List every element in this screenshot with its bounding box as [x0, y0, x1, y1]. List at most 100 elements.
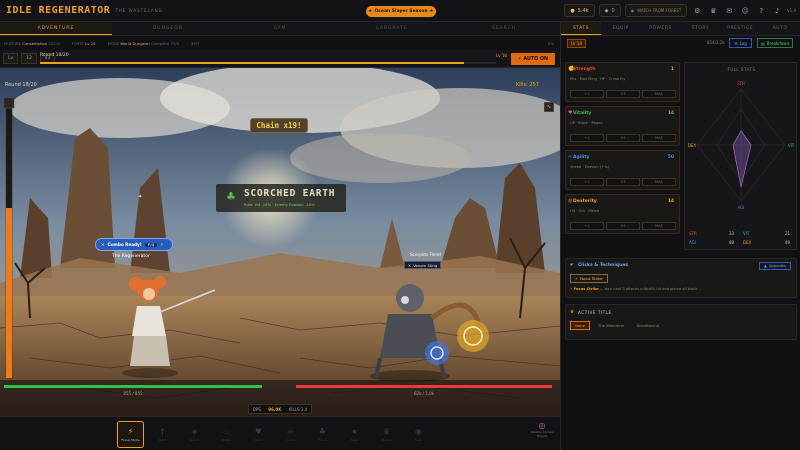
add-max-button[interactable]: MAX	[642, 90, 676, 98]
log-button[interactable]: ☰ Log	[729, 38, 752, 48]
lightning-icon: ⚡	[160, 242, 164, 247]
title-option-bloodbound[interactable]: Bloodbound	[633, 321, 664, 330]
gold-counter[interactable]: ● 5.4k	[564, 4, 595, 17]
cactus-icon: ♣	[226, 190, 236, 203]
upgrades-button[interactable]: ▲ Upgrades	[758, 262, 791, 270]
tab-adventure[interactable]: ADVENTURE	[0, 22, 112, 35]
tab-search[interactable]: SEARCH	[448, 22, 560, 35]
watch-button[interactable]: ◉ WATCH FROM FOREST	[624, 4, 688, 17]
lightning-icon: ⚡	[575, 276, 578, 281]
add-1-button[interactable]: +1	[570, 134, 604, 142]
stat-desc: HP · Block · Regen	[570, 121, 603, 125]
ability-slot[interactable]: ⚡ Focus Strike	[117, 421, 144, 448]
season-banner[interactable]: ★ Ocean Slayer Season ★	[366, 6, 436, 17]
ability-label: Royal	[382, 438, 391, 442]
round-level: Lv 18	[496, 53, 507, 58]
stat-desc: Speed · Evasion (+%)	[570, 165, 610, 169]
add-1-button[interactable]: +1	[570, 222, 604, 230]
tab-prestige[interactable]: PRESTIGE	[720, 22, 760, 35]
stat-buttons: +1 +5 MAX	[570, 222, 676, 230]
tab-laborate[interactable]: LABORATE	[336, 22, 448, 35]
ability-slot[interactable]: ◉ Gaze	[405, 421, 432, 448]
feature-value: Constellation	[22, 40, 48, 46]
profile-icon[interactable]: ☺	[739, 5, 751, 17]
disable-combo-toggle[interactable]: ◎ Disable Combo Targets	[528, 421, 556, 438]
wave-icon[interactable]: ∿	[544, 102, 554, 112]
battle-scene[interactable]: Round 18/20 Kills: 257 ∿ Chain x19! ♣ SC…	[0, 68, 560, 416]
player-hp-bar	[4, 385, 262, 388]
add-max-button[interactable]: MAX	[642, 134, 676, 142]
title-option-wanderer[interactable]: The Wanderer	[594, 321, 629, 330]
round-progress-fill	[40, 62, 465, 64]
add-5-button[interactable]: +5	[606, 222, 640, 230]
tab-auto[interactable]: AUTO	[760, 22, 800, 35]
tab-equip[interactable]: EQUIP	[601, 22, 641, 35]
add-5-button[interactable]: +5	[606, 178, 640, 186]
stat-name: Dexterity	[573, 199, 597, 204]
percent-status: 0%	[547, 40, 554, 46]
dps-readout: DPS 96.0K KILLS 3.4	[248, 404, 312, 414]
combo-key: F/Q	[144, 242, 158, 247]
enemy-tag-label: Venom Sting	[413, 262, 438, 268]
auto-button[interactable]: ⚡ AUTO ON	[511, 53, 555, 65]
level-value-box: 12	[21, 53, 37, 64]
zone-banner: ♣ SCORCHED EARTH Rule: Hit -15% · Enemy …	[216, 184, 346, 212]
stats-header: LV 18 854/2.2k ☰ Log ▤ Breakdown	[561, 36, 800, 50]
tab-gym[interactable]: GYM	[224, 22, 336, 35]
add-max-button[interactable]: MAX	[642, 222, 676, 230]
combo-ready-badge[interactable]: ✕ Combo Ready! F/Q ⚡	[95, 238, 173, 251]
ability-slot[interactable]: ★ Nova	[341, 421, 368, 448]
ability-slot[interactable]: ☠ Curse	[277, 421, 304, 448]
clicks-description: ⚡ Focus Strike — Your next 3 attacks cri…	[570, 287, 698, 291]
breakdown-button[interactable]: ▤ Breakdown	[757, 38, 794, 48]
ability-slot[interactable]: ♥ Mend	[245, 421, 272, 448]
trophy-icon: ♛	[570, 310, 575, 315]
ability-slot[interactable]: † Slash	[149, 421, 176, 448]
mode-status: MODE World Dungeon Complete 23/3	[108, 41, 179, 46]
right-tabs: STATS EQUIP POWERS STORY PRESTIGE AUTO	[561, 22, 800, 36]
title-option-none[interactable]: None	[570, 321, 590, 330]
ability-slot[interactable]: ♛ Royal	[373, 421, 400, 448]
tab-stats[interactable]: STATS	[561, 22, 601, 35]
trophy-icon[interactable]: ♛	[707, 5, 719, 17]
radar-axis-dex: DEX	[688, 143, 697, 148]
tab-dungeon[interactable]: DUNGEON	[112, 22, 224, 35]
heart-icon: ♥	[568, 110, 573, 116]
eye-icon: ◉	[630, 8, 635, 13]
tab-story[interactable]: STORY	[680, 22, 720, 35]
ability-label: Slash	[158, 438, 167, 442]
add-5-button[interactable]: +5	[606, 90, 640, 98]
music-icon[interactable]: ♪	[771, 5, 783, 17]
crown-icon: ♛	[382, 427, 391, 436]
full-stat-value: 49	[785, 240, 791, 245]
add-5-button[interactable]: +5	[606, 134, 640, 142]
focus-strike-chip[interactable]: ⚡ Focus Strike	[570, 274, 608, 283]
target-icon: ◎	[538, 421, 546, 430]
ability-slot[interactable]: ◈ Guard	[181, 421, 208, 448]
ability-slot[interactable]: ♨ Blaze	[213, 421, 240, 448]
add-1-button[interactable]: +1	[570, 178, 604, 186]
gem-counter[interactable]: ◆ 0	[598, 4, 621, 17]
tab-powers[interactable]: POWERS	[641, 22, 681, 35]
ability-slot[interactable]: ♣ Thorn	[309, 421, 336, 448]
stat-desc: Hit · Crit · Pierce	[570, 209, 600, 213]
mail-icon[interactable]: ✉	[723, 5, 735, 17]
feature-status: FEATURE Constellation CA1.0	[4, 41, 60, 46]
add-max-button[interactable]: MAX	[642, 178, 676, 186]
ability-label: Blaze	[222, 438, 231, 442]
disable-combo-label: Disable Combo Targets	[530, 430, 554, 438]
scene-round-text: Round 18/20	[5, 82, 37, 88]
player-hp-text: 855 / 855	[123, 391, 143, 396]
settings-icon[interactable]: ⚙	[691, 5, 703, 17]
auto-label: AUTO ON	[523, 56, 548, 62]
help-icon[interactable]: ?	[755, 5, 767, 17]
stat-buttons: +1 +5 MAX	[570, 134, 676, 142]
add-1-button[interactable]: +1	[570, 90, 604, 98]
leaf-icon: ♣	[318, 427, 327, 436]
full-stat-label: VIT	[743, 231, 750, 236]
version-label: v1.9	[787, 8, 796, 13]
ability-label: Focus Strike	[121, 438, 140, 442]
full-stat-label: DEX	[743, 240, 752, 245]
feature-label: FEATURE	[4, 40, 22, 46]
forte-label: FORTE	[71, 40, 84, 46]
